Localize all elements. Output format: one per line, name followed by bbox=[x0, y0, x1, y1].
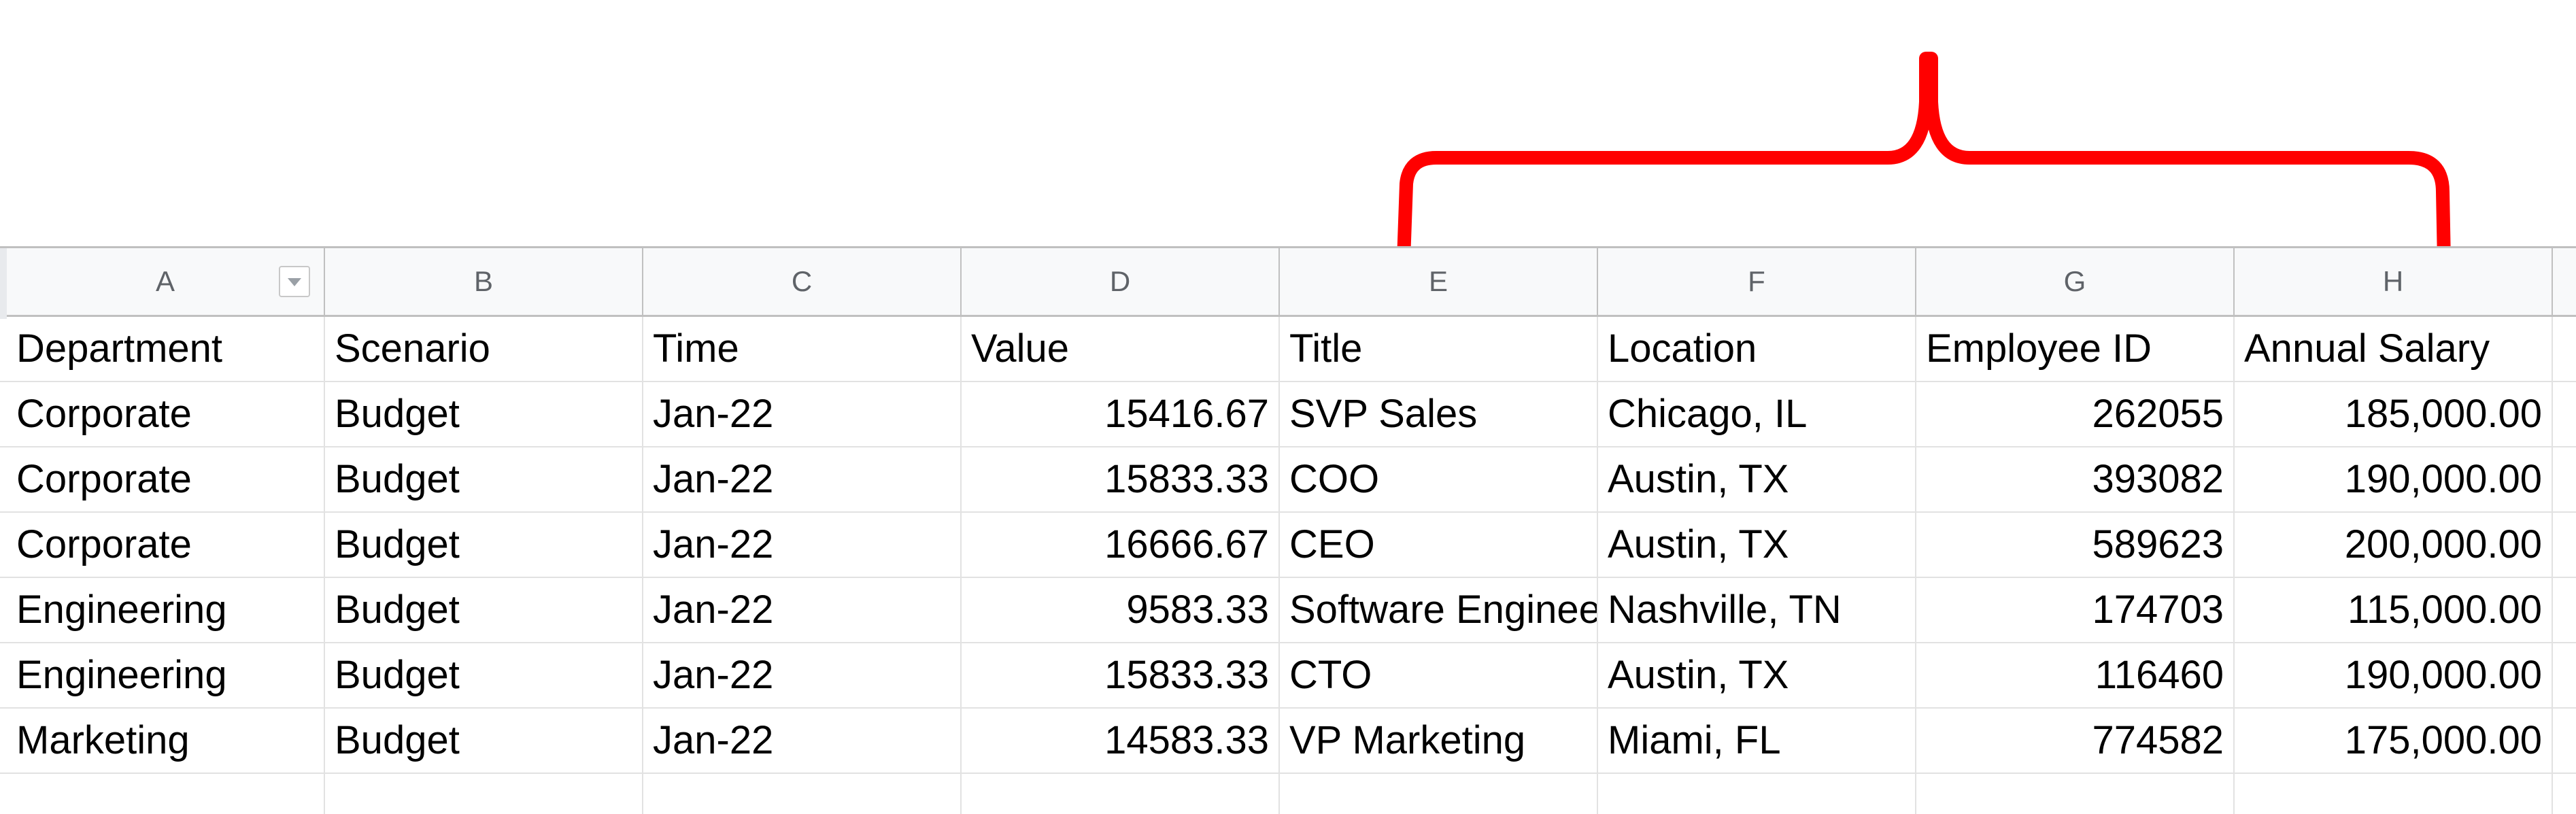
cell-b1[interactable]: Scenario bbox=[325, 317, 643, 381]
cell-i6[interactable] bbox=[2553, 643, 2576, 707]
cell-i5[interactable] bbox=[2553, 578, 2576, 642]
cell-b5[interactable]: Budget bbox=[325, 578, 643, 642]
cell-f5[interactable]: Nashville, TN bbox=[1598, 578, 1916, 642]
cell-b2[interactable]: Budget bbox=[325, 382, 643, 446]
cell-i1[interactable] bbox=[2553, 317, 2576, 381]
cell-h1[interactable]: Annual Salary bbox=[2235, 317, 2553, 381]
cell-b3[interactable]: Budget bbox=[325, 447, 643, 511]
cell-e3[interactable]: COO bbox=[1280, 447, 1598, 511]
cell-h5[interactable]: 115,000.00 bbox=[2235, 578, 2553, 642]
cell-i8[interactable] bbox=[2553, 774, 2576, 814]
select-all-corner[interactable] bbox=[0, 248, 7, 319]
cell-i3[interactable] bbox=[2553, 447, 2576, 511]
cell-g1[interactable]: Employee ID bbox=[1916, 317, 2235, 381]
cell-a1[interactable]: Department bbox=[7, 317, 325, 381]
filter-dropdown-icon[interactable] bbox=[279, 266, 310, 297]
table-row: Corporate Budget Jan-22 16666.67 CEO Austin, … bbox=[0, 513, 2576, 578]
annotation-curly-bracket bbox=[1397, 52, 2451, 268]
cell-f3[interactable]: Austin, TX bbox=[1598, 447, 1916, 511]
cell-i4[interactable] bbox=[2553, 513, 2576, 577]
column-header-h[interactable]: H bbox=[2235, 248, 2553, 315]
cell-b4[interactable]: Budget bbox=[325, 513, 643, 577]
cell-c7[interactable]: Jan-22 bbox=[643, 709, 962, 773]
cell-f6[interactable]: Austin, TX bbox=[1598, 643, 1916, 707]
spreadsheet-grid: ABCDEFGH Department Scenario Time Value Titl… bbox=[0, 246, 2576, 814]
cell-b8[interactable] bbox=[325, 774, 643, 814]
cell-c3[interactable]: Jan-22 bbox=[643, 447, 962, 511]
cell-e1[interactable]: Title bbox=[1280, 317, 1598, 381]
header-data-row: Department Scenario Time Value Title Location… bbox=[0, 317, 2576, 382]
table-row: Engineering Budget Jan-22 9583.33 Software E… bbox=[0, 578, 2576, 643]
table-row: Marketing Budget Jan-22 14583.33 VP Marketin… bbox=[0, 709, 2576, 774]
cell-h2[interactable]: 185,000.00 bbox=[2235, 382, 2553, 446]
cell-g6[interactable]: 116460 bbox=[1916, 643, 2235, 707]
cell-c1[interactable]: Time bbox=[643, 317, 962, 381]
column-header-i[interactable] bbox=[2553, 248, 2576, 315]
cell-e5[interactable]: Software Engineer bbox=[1280, 578, 1598, 642]
column-header-g[interactable]: G bbox=[1916, 248, 2235, 315]
cell-d1[interactable]: Value bbox=[962, 317, 1280, 381]
table-row bbox=[0, 774, 2576, 814]
cell-a4[interactable]: Corporate bbox=[7, 513, 325, 577]
cell-f8[interactable] bbox=[1598, 774, 1916, 814]
cell-a6[interactable]: Engineering bbox=[7, 643, 325, 707]
cell-a5[interactable]: Engineering bbox=[7, 578, 325, 642]
column-header-c[interactable]: C bbox=[643, 248, 962, 315]
cell-h3[interactable]: 190,000.00 bbox=[2235, 447, 2553, 511]
cell-c6[interactable]: Jan-22 bbox=[643, 643, 962, 707]
cell-g3[interactable]: 393082 bbox=[1916, 447, 2235, 511]
cell-a8[interactable] bbox=[7, 774, 325, 814]
table-row: Engineering Budget Jan-22 15833.33 CTO Austin… bbox=[0, 643, 2576, 709]
cell-d5[interactable]: 9583.33 bbox=[962, 578, 1280, 642]
cell-g8[interactable] bbox=[1916, 774, 2235, 814]
cell-h4[interactable]: 200,000.00 bbox=[2235, 513, 2553, 577]
table-row: Corporate Budget Jan-22 15833.33 COO Austin, … bbox=[0, 447, 2576, 513]
cell-e6[interactable]: CTO bbox=[1280, 643, 1598, 707]
cell-i7[interactable] bbox=[2553, 709, 2576, 773]
cell-c4[interactable]: Jan-22 bbox=[643, 513, 962, 577]
cell-d4[interactable]: 16666.67 bbox=[962, 513, 1280, 577]
bracket-path bbox=[1397, 52, 2451, 268]
cell-c8[interactable] bbox=[643, 774, 962, 814]
column-header-f[interactable]: F bbox=[1598, 248, 1916, 315]
cell-f7[interactable]: Miami, FL bbox=[1598, 709, 1916, 773]
cell-d7[interactable]: 14583.33 bbox=[962, 709, 1280, 773]
cell-a7[interactable]: Marketing bbox=[7, 709, 325, 773]
cell-b6[interactable]: Budget bbox=[325, 643, 643, 707]
cell-g7[interactable]: 774582 bbox=[1916, 709, 2235, 773]
cell-c5[interactable]: Jan-22 bbox=[643, 578, 962, 642]
cell-c2[interactable]: Jan-22 bbox=[643, 382, 962, 446]
cell-d6[interactable]: 15833.33 bbox=[962, 643, 1280, 707]
cell-d3[interactable]: 15833.33 bbox=[962, 447, 1280, 511]
column-header-d[interactable]: D bbox=[962, 248, 1280, 315]
cell-f1[interactable]: Location bbox=[1598, 317, 1916, 381]
cell-h8[interactable] bbox=[2235, 774, 2553, 814]
column-header-a[interactable]: A bbox=[7, 248, 325, 315]
cell-f2[interactable]: Chicago, IL bbox=[1598, 382, 1916, 446]
table-row: Corporate Budget Jan-22 15416.67 SVP Sales Ch… bbox=[0, 382, 2576, 447]
cell-e2[interactable]: SVP Sales bbox=[1280, 382, 1598, 446]
column-header-b[interactable]: B bbox=[325, 248, 643, 315]
cell-h7[interactable]: 175,000.00 bbox=[2235, 709, 2553, 773]
cell-e8[interactable] bbox=[1280, 774, 1598, 814]
cell-i2[interactable] bbox=[2553, 382, 2576, 446]
column-header-row: ABCDEFGH bbox=[0, 246, 2576, 319]
cell-d2[interactable]: 15416.67 bbox=[962, 382, 1280, 446]
cell-d8[interactable] bbox=[962, 774, 1280, 814]
cell-g5[interactable]: 174703 bbox=[1916, 578, 2235, 642]
column-header-e[interactable]: E bbox=[1280, 248, 1598, 315]
cell-e7[interactable]: VP Marketing bbox=[1280, 709, 1598, 773]
cell-f4[interactable]: Austin, TX bbox=[1598, 513, 1916, 577]
cell-e4[interactable]: CEO bbox=[1280, 513, 1598, 577]
cell-a2[interactable]: Corporate bbox=[7, 382, 325, 446]
cell-b7[interactable]: Budget bbox=[325, 709, 643, 773]
cell-g2[interactable]: 262055 bbox=[1916, 382, 2235, 446]
cell-a3[interactable]: Corporate bbox=[7, 447, 325, 511]
cell-h6[interactable]: 190,000.00 bbox=[2235, 643, 2553, 707]
cell-g4[interactable]: 589623 bbox=[1916, 513, 2235, 577]
